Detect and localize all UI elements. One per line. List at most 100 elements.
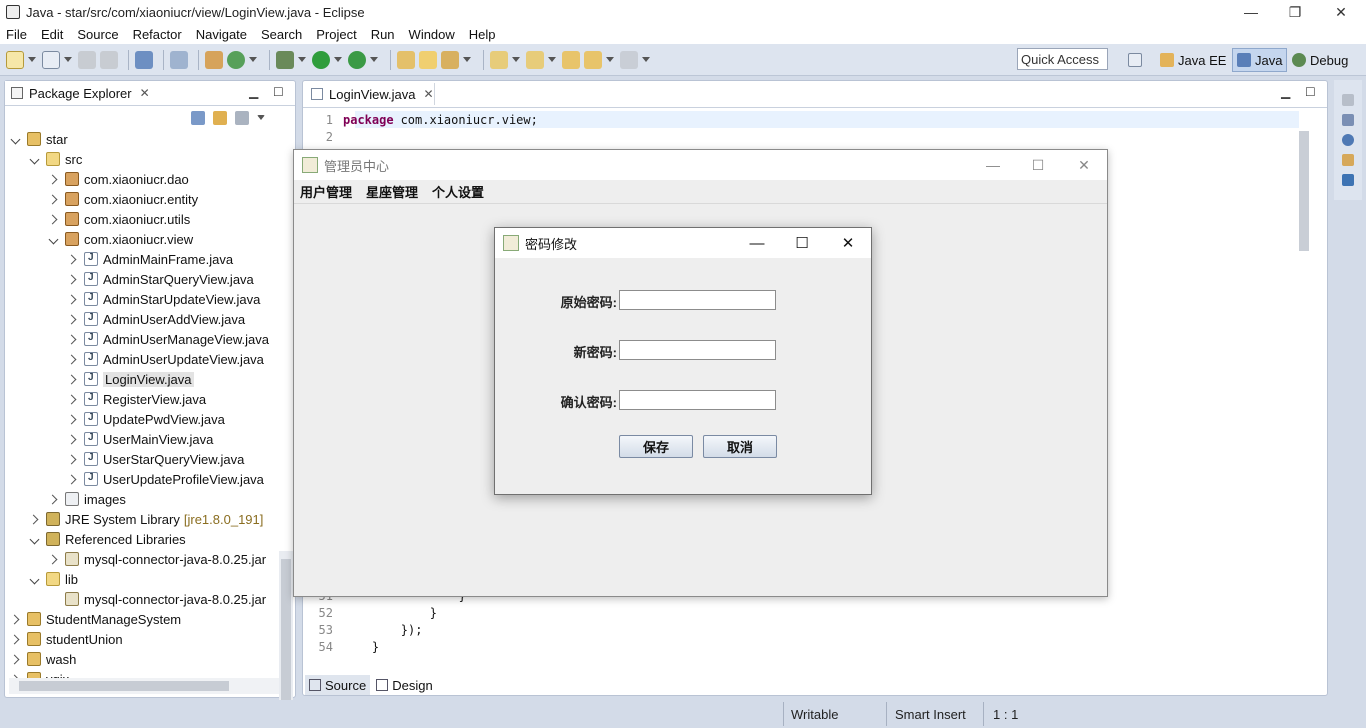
collapsed-twistie-icon[interactable] bbox=[11, 634, 21, 644]
menu-personal-settings[interactable]: 个人设置 bbox=[432, 182, 484, 201]
restore-icon[interactable] bbox=[1342, 94, 1354, 106]
tree-item[interactable]: lib bbox=[30, 569, 78, 589]
expanded-twistie-icon[interactable] bbox=[30, 154, 40, 164]
collapsed-twistie-icon[interactable] bbox=[68, 334, 78, 344]
open-perspective-button[interactable] bbox=[1124, 48, 1150, 72]
collapsed-twistie-icon[interactable] bbox=[68, 474, 78, 484]
menu-source[interactable]: Source bbox=[77, 27, 118, 42]
restore-button[interactable]: ❐ bbox=[1272, 0, 1318, 24]
menu-help[interactable]: Help bbox=[469, 27, 496, 42]
tree-item[interactable]: mysql-connector-java-8.0.25.jar bbox=[49, 549, 266, 569]
run-icon[interactable] bbox=[312, 50, 330, 69]
collapsed-twistie-icon[interactable] bbox=[11, 614, 21, 624]
new-java-icon[interactable] bbox=[42, 50, 60, 69]
close-button[interactable]: ✕ bbox=[833, 233, 863, 253]
tree-item[interactable]: AdminUserUpdateView.java bbox=[68, 349, 264, 369]
collapsed-twistie-icon[interactable] bbox=[49, 214, 59, 224]
perspective-java[interactable]: Java bbox=[1232, 48, 1288, 72]
tree-item[interactable]: AdminStarQueryView.java bbox=[68, 269, 254, 289]
link-with-editor-icon[interactable] bbox=[213, 111, 227, 125]
collapse-all-icon[interactable] bbox=[191, 111, 205, 125]
refresh-icon[interactable] bbox=[227, 50, 245, 69]
chevron-down-icon[interactable] bbox=[334, 57, 342, 62]
tree-item[interactable]: AdminMainFrame.java bbox=[68, 249, 233, 269]
maximize-editor-button[interactable]: ☐ bbox=[1305, 85, 1316, 99]
new-icon[interactable] bbox=[6, 50, 24, 69]
collapsed-twistie-icon[interactable] bbox=[49, 494, 59, 504]
console-icon[interactable] bbox=[135, 50, 153, 69]
original-password-field[interactable] bbox=[619, 290, 776, 310]
close-button[interactable]: ✕ bbox=[1318, 0, 1364, 24]
tree-item[interactable]: RegisterView.java bbox=[68, 389, 206, 409]
editor-horizontal-scrollbar[interactable] bbox=[355, 658, 1297, 672]
collapsed-twistie-icon[interactable] bbox=[68, 274, 78, 284]
minimize-editor-button[interactable]: ▁ bbox=[1281, 85, 1290, 99]
minimize-button[interactable]: — bbox=[1228, 0, 1274, 24]
collapsed-twistie-icon[interactable] bbox=[68, 434, 78, 444]
chevron-down-icon[interactable] bbox=[64, 57, 72, 62]
tree-item[interactable]: JRE System Library [jre1.8.0_191] bbox=[30, 509, 263, 529]
collapsed-twistie-icon[interactable] bbox=[11, 654, 21, 664]
tree-item[interactable]: UserUpdateProfileView.java bbox=[68, 469, 264, 489]
new-password-field[interactable] bbox=[619, 340, 776, 360]
package-icon[interactable] bbox=[205, 50, 223, 69]
open-folder-icon[interactable] bbox=[419, 50, 437, 69]
save-button[interactable]: 保存 bbox=[619, 435, 693, 458]
pen-icon[interactable] bbox=[441, 50, 459, 69]
back-arrow-icon[interactable] bbox=[584, 50, 602, 69]
maximize-button[interactable]: ☐ bbox=[1023, 155, 1053, 175]
debug-icon[interactable] bbox=[276, 50, 294, 69]
javadoc-icon[interactable] bbox=[1342, 134, 1354, 146]
menu-run[interactable]: Run bbox=[371, 27, 395, 42]
console-icon[interactable] bbox=[1342, 174, 1354, 186]
chevron-down-icon[interactable] bbox=[249, 57, 257, 62]
expanded-twistie-icon[interactable] bbox=[30, 574, 40, 584]
save-all-icon[interactable] bbox=[100, 50, 118, 69]
chevron-down-icon[interactable] bbox=[463, 57, 471, 62]
scrollbar-thumb[interactable] bbox=[19, 681, 229, 691]
collapsed-twistie-icon[interactable] bbox=[68, 374, 78, 384]
menu-search[interactable]: Search bbox=[261, 27, 302, 42]
menu-refactor[interactable]: Refactor bbox=[133, 27, 182, 42]
collapsed-twistie-icon[interactable] bbox=[68, 294, 78, 304]
collapsed-twistie-icon[interactable] bbox=[68, 314, 78, 324]
chevron-down-icon[interactable] bbox=[548, 57, 556, 62]
collapsed-twistie-icon[interactable] bbox=[49, 194, 59, 204]
tree-item[interactable]: UserMainView.java bbox=[68, 429, 213, 449]
chevron-down-icon[interactable] bbox=[370, 57, 378, 62]
tree-item[interactable]: star bbox=[11, 129, 68, 149]
horizontal-scrollbar[interactable] bbox=[9, 678, 279, 694]
forward-arrow-icon[interactable] bbox=[620, 50, 638, 69]
collapsed-twistie-icon[interactable] bbox=[30, 514, 40, 524]
tree-item[interactable]: com.xiaoniucr.view bbox=[49, 229, 193, 249]
view-menu-chevron-icon[interactable] bbox=[257, 115, 265, 123]
confirm-password-field[interactable] bbox=[619, 390, 776, 410]
chevron-down-icon[interactable] bbox=[642, 57, 650, 62]
editor-vertical-scrollbar[interactable] bbox=[1297, 111, 1311, 651]
tree-item[interactable]: mysql-connector-java-8.0.25.jar bbox=[49, 589, 266, 609]
maximize-view-button[interactable]: ☐ bbox=[273, 85, 284, 99]
minimize-view-button[interactable]: ▁ bbox=[249, 85, 258, 99]
collapsed-twistie-icon[interactable] bbox=[68, 394, 78, 404]
close-button[interactable]: ✕ bbox=[1069, 155, 1099, 175]
tree-item[interactable]: com.xiaoniucr.entity bbox=[49, 189, 198, 209]
menu-user-management[interactable]: 用户管理 bbox=[300, 182, 352, 201]
tree-item[interactable]: UserStarQueryView.java bbox=[68, 449, 244, 469]
tree-item[interactable]: com.xiaoniucr.utils bbox=[49, 209, 190, 229]
tree-item[interactable]: Referenced Libraries bbox=[30, 529, 186, 549]
perspective-debug[interactable]: Debug bbox=[1288, 48, 1352, 72]
view-menu-icon[interactable] bbox=[235, 111, 249, 125]
menu-file[interactable]: File bbox=[6, 27, 27, 42]
menu-project[interactable]: Project bbox=[316, 27, 356, 42]
collapsed-twistie-icon[interactable] bbox=[68, 414, 78, 424]
save-icon[interactable] bbox=[78, 50, 96, 69]
tree-item[interactable]: UpdatePwdView.java bbox=[68, 409, 225, 429]
chevron-down-icon[interactable] bbox=[298, 57, 306, 62]
perspective-java-ee[interactable]: Java EE bbox=[1156, 48, 1230, 72]
tab-design[interactable]: Design bbox=[372, 675, 436, 695]
declaration-icon[interactable] bbox=[1342, 154, 1354, 166]
close-icon[interactable]: ✕ bbox=[424, 87, 434, 101]
minimize-button[interactable]: — bbox=[978, 155, 1008, 175]
editor-tab-loginview[interactable]: LoginView.java ✕ bbox=[305, 83, 435, 105]
skip-breakpoints-icon[interactable] bbox=[170, 50, 188, 69]
